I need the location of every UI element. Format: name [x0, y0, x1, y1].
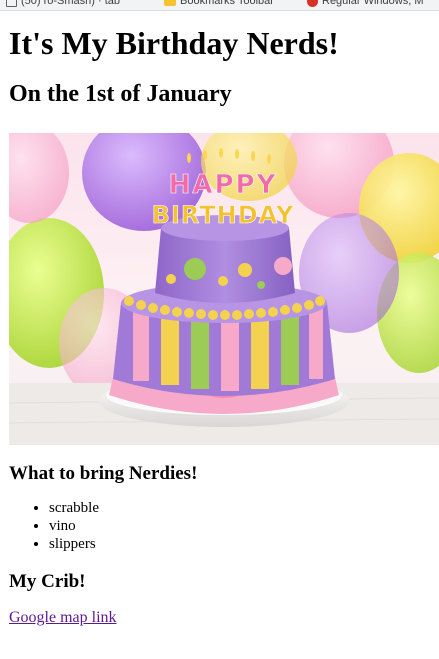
crib-heading: My Crib! — [9, 571, 86, 592]
bookmark-item[interactable]: Regular Windows, M — [307, 0, 423, 8]
list-item: vino — [49, 517, 439, 535]
list-item: scrabble — [49, 499, 439, 517]
page-subtitle: On the 1st of January — [9, 81, 232, 107]
bookmark-item[interactable]: Bookmarks Toolbar — [164, 0, 274, 8]
bring-list: scrabble vino slippers — [9, 499, 439, 553]
folder-icon — [164, 0, 176, 6]
cake-candles-bottom: BIRTHDAY — [152, 201, 295, 229]
page-title: It's My Birthday Nerds! — [9, 25, 339, 61]
bookmark-label: Regular Windows, M — [322, 0, 424, 7]
google-map-link[interactable]: Google map link — [9, 609, 117, 627]
bookmark-label: Bookmarks Toolbar — [180, 0, 274, 7]
page-icon — [6, 0, 17, 7]
bookmark-item[interactable]: (50) ro-Smash) · tab — [6, 0, 120, 8]
page-content: It's My Birthday Nerds! On the 1st of Ja… — [9, 10, 439, 627]
bring-heading: What to bring Nerdies! — [9, 463, 198, 484]
list-item: slippers — [49, 535, 439, 553]
cake-candles-top: HAPPY — [169, 170, 278, 200]
birthday-cake-image: HAPPY BIRTHDAY — [9, 133, 439, 445]
site-icon — [307, 0, 318, 7]
bookmark-label: (50) ro-Smash) · tab — [21, 0, 121, 7]
